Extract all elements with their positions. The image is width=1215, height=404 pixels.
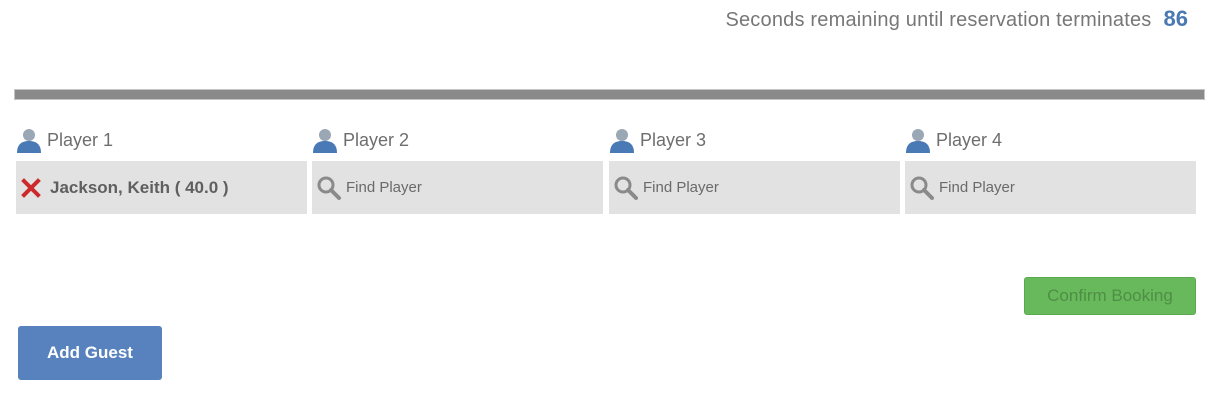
timer-count: 86: [1163, 6, 1188, 31]
find-player-field[interactable]: [609, 161, 900, 214]
player-label: Player 3: [640, 129, 707, 150]
player-slot-4: Player 4: [905, 124, 1196, 214]
person-icon: [17, 129, 41, 153]
person-icon: [313, 129, 337, 153]
timer-progress-bar: [14, 89, 1205, 100]
search-icon: [317, 176, 341, 200]
player-selected: Jackson, Keith ( 40.0 ): [16, 161, 307, 214]
find-player-field[interactable]: [312, 161, 603, 214]
find-player-input[interactable]: [643, 179, 883, 196]
player-header: Player 1: [16, 124, 307, 156]
person-icon: [610, 129, 634, 153]
player-header: Player 2: [312, 124, 603, 156]
find-player-input[interactable]: [346, 179, 586, 196]
timer-label: Seconds remaining until reservation term…: [725, 9, 1152, 31]
player-label: Player 1: [47, 129, 114, 150]
player-slot-3: Player 3: [609, 124, 900, 214]
timer-progress-fill: [15, 90, 1204, 99]
close-icon[interactable]: [20, 177, 42, 199]
confirm-booking-button[interactable]: Confirm Booking: [1024, 277, 1196, 315]
find-player-input[interactable]: [939, 179, 1179, 196]
search-icon: [614, 176, 638, 200]
player-slot-2: Player 2: [312, 124, 603, 214]
person-icon: [906, 129, 930, 153]
player-label: Player 2: [343, 129, 410, 150]
player-name: Jackson, Keith ( 40.0 ): [50, 177, 229, 197]
reservation-timer: Seconds remaining until reservation term…: [725, 6, 1188, 32]
search-icon: [910, 176, 934, 200]
player-slot-1: Player 1 Jackson, Keith ( 40.0 ): [16, 124, 307, 214]
player-header: Player 4: [905, 124, 1196, 156]
add-guest-button[interactable]: Add Guest: [18, 326, 162, 380]
player-label: Player 4: [936, 129, 1003, 150]
player-header: Player 3: [609, 124, 900, 156]
find-player-field[interactable]: [905, 161, 1196, 214]
